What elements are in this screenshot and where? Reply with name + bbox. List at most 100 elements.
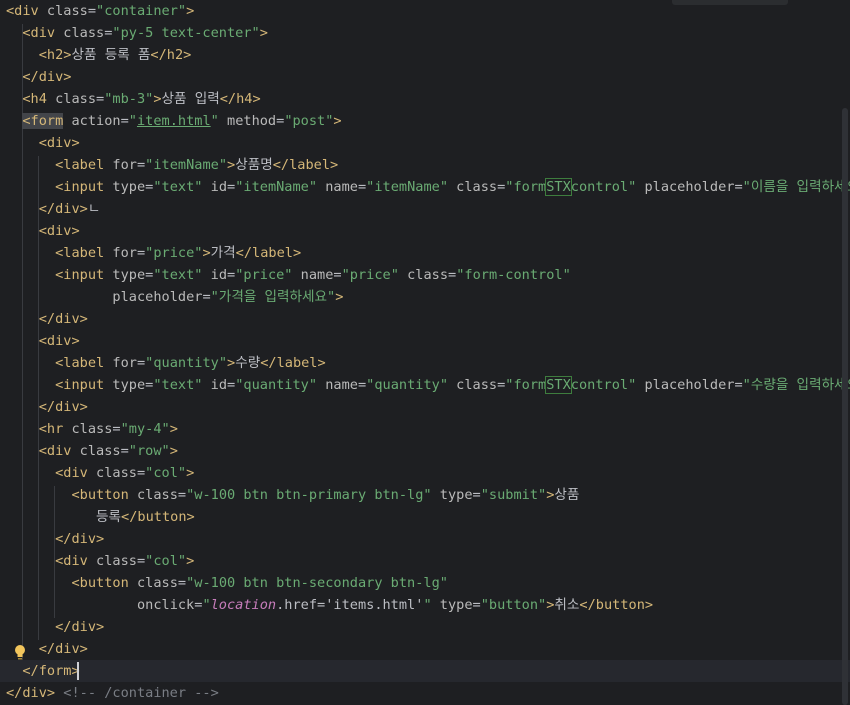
scrollbar-thumb[interactable] — [842, 108, 848, 705]
code-line[interactable]: </div> — [0, 638, 850, 660]
code-token: "itemName" — [235, 179, 318, 195]
code-token: for — [112, 157, 137, 173]
code-token: "text" — [153, 179, 203, 195]
code-token: "quantity" — [366, 377, 448, 393]
code-token: type — [112, 179, 146, 195]
code-token: name — [317, 179, 358, 195]
code-token: <div — [38, 443, 80, 459]
code-token: </label> — [235, 245, 302, 261]
code-token: = — [136, 553, 146, 569]
code-line[interactable]: <div> — [0, 330, 850, 352]
code-token: type — [112, 267, 146, 283]
code-token: "price" — [341, 267, 399, 283]
code-token: <button — [71, 575, 137, 591]
code-token: "price" — [145, 245, 203, 261]
code-line[interactable]: <div> — [0, 220, 850, 242]
code-line[interactable]: <input type="text" id="quantity" name="q… — [0, 374, 850, 396]
code-token: " — [210, 113, 219, 129]
code-token: = — [136, 355, 146, 371]
code-line[interactable]: </div> — [0, 308, 850, 330]
code-token: "itemName" — [366, 179, 448, 195]
code-token: </label> — [260, 355, 326, 371]
code-token: = — [136, 157, 146, 173]
code-token: = — [472, 597, 481, 613]
code-line[interactable]: <label for="price">가격</label> — [0, 242, 850, 264]
code-line[interactable]: </div>ㄴ — [0, 198, 850, 220]
code-token: <!-- /container --> — [55, 685, 219, 701]
code-token: </h2> — [150, 47, 192, 63]
code-line[interactable]: <input type="text" id="itemName" name="i… — [0, 176, 850, 198]
code-token: = — [120, 443, 129, 459]
code-line[interactable]: <div class="col"> — [0, 462, 850, 484]
code-line[interactable]: <button class="w-100 btn btn-primary btn… — [0, 484, 850, 506]
code-token: location — [210, 597, 277, 613]
code-line[interactable]: <input type="text" id="price" name="pric… — [0, 264, 850, 286]
code-token: item.html — [136, 113, 211, 129]
code-token: > — [186, 553, 195, 569]
code-line[interactable]: <button class="w-100 btn btn-secondary b… — [0, 572, 850, 594]
code-token: id — [202, 377, 228, 393]
code-token: class — [96, 553, 137, 569]
code-line[interactable]: <form action="item.html" method="post"> — [0, 110, 850, 132]
lightbulb-icon[interactable] — [14, 644, 26, 662]
code-line[interactable]: <hr class="my-4"> — [0, 418, 850, 440]
code-line[interactable]: onclick="location.href='items.html'" typ… — [0, 594, 850, 616]
code-line[interactable]: </div> — [0, 616, 850, 638]
code-token: "row" — [128, 443, 170, 459]
code-token: "form — [505, 377, 547, 393]
code-line[interactable]: <label for="quantity">수량</label> — [0, 352, 850, 374]
code-token: = — [120, 113, 129, 129]
code-token: = — [357, 377, 367, 393]
code-token: > — [227, 157, 236, 173]
code-token: </h4> — [219, 91, 261, 107]
code-editor[interactable]: <div class="container"> <div class="py-5… — [0, 0, 850, 705]
code-token: </div> — [22, 69, 72, 85]
code-line[interactable]: 등록</button> — [0, 506, 850, 528]
code-token: type — [431, 487, 473, 503]
code-line[interactable]: <div class="container"> — [0, 0, 850, 22]
code-token: <h2> — [38, 47, 72, 63]
code-line[interactable]: </div> — [0, 66, 850, 88]
code-token: "col" — [145, 553, 187, 569]
code-line[interactable]: <div class="py-5 text-center"> — [0, 22, 850, 44]
code-line[interactable]: <div class="col"> — [0, 550, 850, 572]
code-token: <label — [55, 157, 113, 173]
code-token: <div> — [38, 135, 80, 151]
code-token: "수량을 입력하세요 — [742, 377, 850, 393]
code-line[interactable]: <div> — [0, 132, 850, 154]
code-line[interactable]: </div> — [0, 396, 850, 418]
code-token: <input — [55, 267, 113, 283]
code-line[interactable]: <h4 class="mb-3">상품 입력</h4> — [0, 88, 850, 110]
code-line[interactable]: </div> — [0, 528, 850, 550]
code-line[interactable]: placeholder="가격을 입력하세요"> — [0, 286, 850, 308]
code-token: <div> — [38, 223, 80, 239]
code-token: > — [169, 443, 178, 459]
code-line[interactable]: <div class="row"> — [0, 440, 850, 462]
code-token: 취소 — [554, 597, 580, 613]
code-token: "이름을 입력하세요 — [742, 179, 850, 195]
vertical-scrollbar[interactable] — [838, 0, 850, 705]
code-line[interactable]: <label for="itemName">상품명</label> — [0, 154, 850, 176]
code-token: "가격을 입력하세요" — [210, 289, 336, 305]
code-line[interactable]: <h2>상품 등록 폼</h2> — [0, 44, 850, 66]
code-token: <div> — [38, 333, 80, 349]
code-token: class — [448, 377, 498, 393]
code-token: </div> — [38, 641, 88, 657]
code-token: </button> — [579, 597, 654, 613]
code-line[interactable]: </form> — [0, 660, 850, 682]
code-token: </div> — [38, 399, 88, 415]
code-token: "price" — [235, 267, 293, 283]
code-token: id — [202, 179, 228, 195]
code-token: control" — [570, 179, 637, 195]
code-token: = — [177, 487, 187, 503]
code-token: name — [292, 267, 334, 283]
code-line[interactable]: </div> <!-- /container --> — [0, 682, 850, 704]
